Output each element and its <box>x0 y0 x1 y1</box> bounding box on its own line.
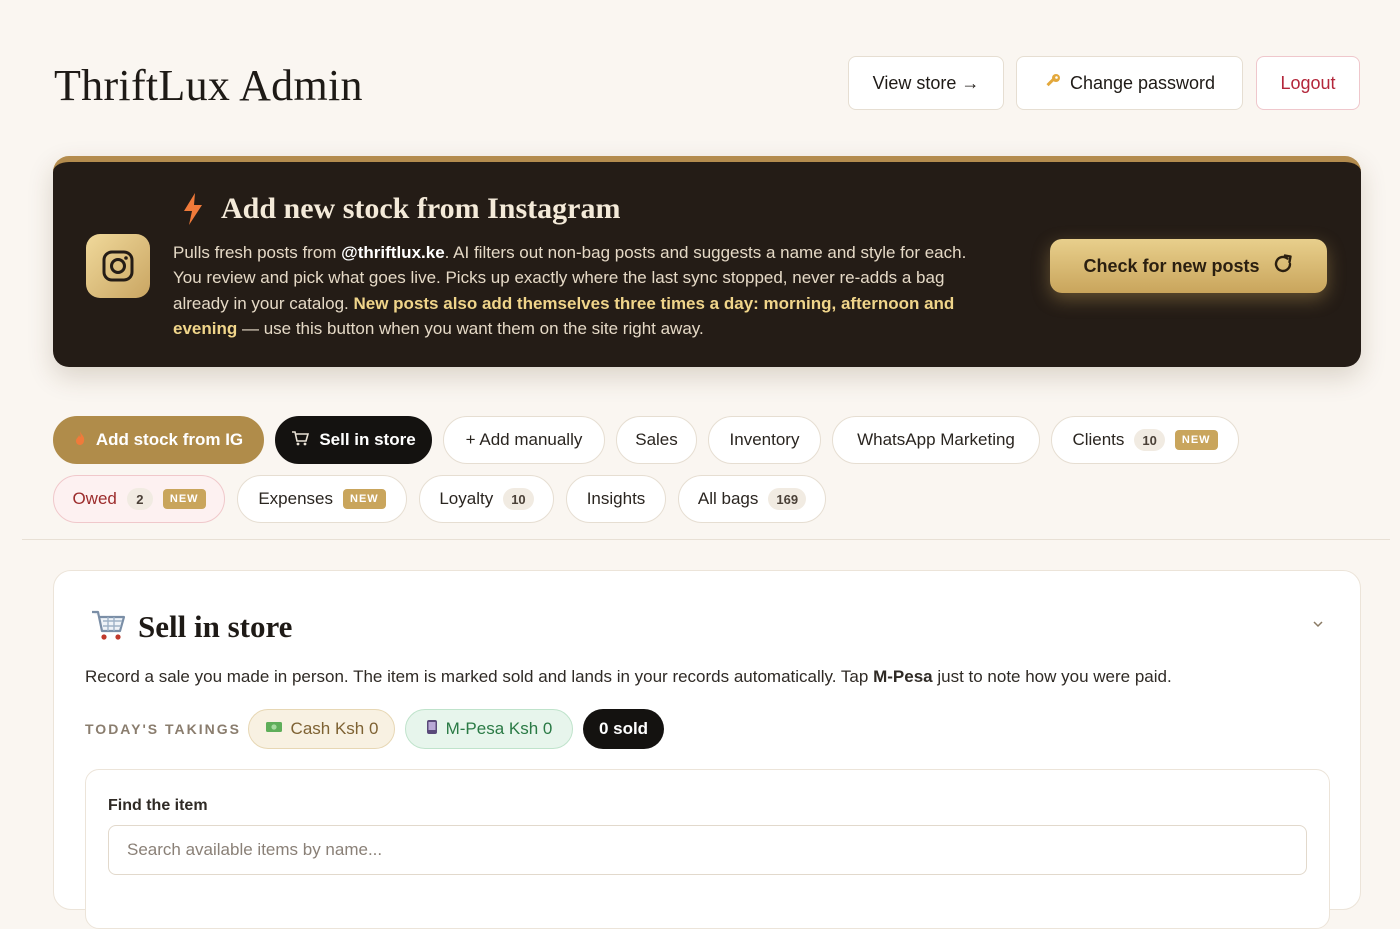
tab-label: Clients <box>1072 430 1125 449</box>
chevron-down-icon[interactable] <box>1312 615 1324 633</box>
sold-count: 0 sold <box>598 719 649 738</box>
banknote-icon <box>265 719 283 739</box>
tab-add-manually[interactable]: + Add manually <box>443 416 605 464</box>
section-title: Sell in store <box>138 609 293 644</box>
cash-takings-pill: Cash Ksh 0 <box>248 709 395 749</box>
tab-label: Insights <box>586 489 646 508</box>
tab-clients[interactable]: Clients 10 NEW <box>1051 416 1239 464</box>
banner-desc-part1: Pulls fresh posts from <box>173 243 342 262</box>
change-password-label: Change password <box>1069 72 1216 93</box>
logout-button[interactable]: Logout <box>1256 56 1360 110</box>
view-store-button[interactable]: View store → <box>848 56 1004 110</box>
tab-label: WhatsApp Marketing <box>857 430 1015 449</box>
find-item-section: Find the item <box>85 769 1330 929</box>
tab-label: Sales <box>635 430 678 449</box>
tab-sales[interactable]: Sales <box>616 416 697 464</box>
mobile-phone-icon <box>426 719 438 740</box>
mpesa-takings-pill: M-Pesa Ksh 0 <box>405 709 573 749</box>
tab-label: Inventory <box>729 430 800 449</box>
new-badge: NEW <box>1174 430 1218 450</box>
count-badge: 10 <box>503 488 534 510</box>
desc-part2: just to note how you were paid. <box>932 667 1172 686</box>
sell-in-store-panel: Sell in store Record a sale you made in … <box>53 570 1361 929</box>
tab-label: Expenses <box>258 489 333 508</box>
tab-label: Loyalty <box>439 489 494 508</box>
count-badge: 2 <box>126 488 153 510</box>
change-password-button[interactable]: Change password <box>1016 56 1243 110</box>
tab-sell-in-store[interactable]: Sell in store <box>275 416 432 464</box>
section-divider <box>22 539 1390 540</box>
tab-insights[interactable]: Insights <box>566 475 666 523</box>
tab-all-bags[interactable]: All bags 169 <box>678 475 826 523</box>
takings-label: TODAY'S TAKINGS <box>85 721 241 737</box>
check-new-posts-label: Check for new posts <box>1083 255 1260 276</box>
instagram-sync-banner: Add new stock from Instagram Pulls fresh… <box>53 156 1361 367</box>
shopping-cart-icon <box>90 609 126 651</box>
desc-mpesa: M-Pesa <box>873 667 933 686</box>
desc-part1: Record a sale you made in person. The it… <box>85 667 874 686</box>
tab-inventory[interactable]: Inventory <box>708 416 821 464</box>
view-store-label: View store → <box>872 72 980 93</box>
count-badge: 10 <box>1134 429 1165 451</box>
tab-label: Add stock from IG <box>95 430 244 449</box>
cash-amount: Cash Ksh 0 <box>290 719 379 738</box>
tab-whatsapp-marketing[interactable]: WhatsApp Marketing <box>832 416 1040 464</box>
tab-label: All bags <box>697 489 759 508</box>
tab-label: Sell in store <box>319 430 416 449</box>
tab-owed[interactable]: Owed 2 NEW <box>53 475 225 523</box>
search-input[interactable] <box>108 825 1307 875</box>
banner-desc-part3: — use this button when you want them on … <box>237 318 704 338</box>
check-new-posts-button[interactable]: Check for new posts <box>1050 239 1327 293</box>
flame-icon <box>74 430 86 451</box>
tab-label: Owed <box>72 489 117 508</box>
page-header: ThriftLux Admin View store → Change pass… <box>54 56 1360 110</box>
new-badge: NEW <box>162 489 206 509</box>
section-description: Record a sale you made in person. The it… <box>85 667 1172 687</box>
shopping-cart-icon <box>291 430 310 451</box>
mpesa-amount: M-Pesa Ksh 0 <box>445 719 553 738</box>
banner-description: Pulls fresh posts from @thriftlux.ke. AI… <box>173 240 973 341</box>
refresh-icon <box>1272 253 1294 280</box>
app-title: ThriftLux Admin <box>54 61 363 110</box>
key-icon <box>1044 72 1062 95</box>
count-badge: 169 <box>768 488 807 510</box>
tab-add-stock-ig[interactable]: Add stock from IG <box>53 416 264 464</box>
logout-label: Logout <box>1280 72 1336 93</box>
tab-label: + Add manually <box>465 430 583 449</box>
tab-loyalty[interactable]: Loyalty 10 <box>419 475 554 523</box>
lightning-bolt-icon <box>181 192 205 226</box>
find-item-label: Find the item <box>108 797 208 814</box>
banner-title: Add new stock from Instagram <box>221 192 621 225</box>
new-badge: NEW <box>343 489 386 509</box>
sold-count-pill: 0 sold <box>583 709 664 749</box>
tab-expenses[interactable]: Expenses NEW <box>237 475 407 523</box>
instagram-icon <box>86 234 150 298</box>
instagram-handle: @thriftlux.ke <box>341 243 445 262</box>
